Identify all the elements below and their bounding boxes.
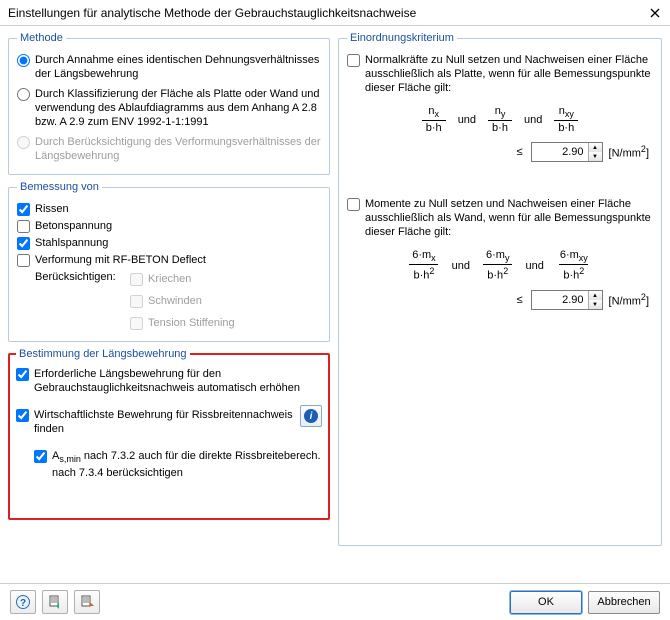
method-opt2[interactable]: Durch Klassifizierung der Fläche als Pla… bbox=[17, 87, 321, 129]
method-group: Methode Durch Annahme eines identischen … bbox=[8, 32, 330, 175]
einord-group: Einordnungskriterium Normalkräfte zu Nul… bbox=[338, 32, 662, 546]
close-icon[interactable] bbox=[648, 6, 662, 20]
bottom-bar: ? OK Abbrechen bbox=[0, 583, 670, 620]
check-stahl[interactable]: Stahlspannung bbox=[17, 236, 321, 250]
check-rissen-box[interactable] bbox=[17, 203, 30, 216]
method-opt1[interactable]: Durch Annahme eines identischen Dehnungs… bbox=[17, 53, 321, 81]
method-opt3: Durch Berücksichtigung des Verformungs­v… bbox=[17, 135, 321, 163]
check-stahl-box[interactable] bbox=[17, 237, 30, 250]
einord-legend: Einordnungskriterium bbox=[347, 32, 457, 44]
check-schwinden-box bbox=[130, 295, 143, 308]
check-auto-erhoehen[interactable]: Erforderliche Längsbewehrung für den Geb… bbox=[16, 367, 322, 395]
le-icon: ≤ bbox=[515, 294, 525, 306]
bestimmung-group: Bestimmung der Längsbewehrung Erforderli… bbox=[8, 348, 330, 520]
check-auto-erhoehen-box[interactable] bbox=[16, 368, 29, 381]
le-icon: ≤ bbox=[515, 146, 525, 158]
titlebar: Einstellungen für analytische Methode de… bbox=[0, 0, 670, 26]
method-opt2-radio[interactable] bbox=[17, 88, 30, 101]
check-asmin-box[interactable] bbox=[34, 450, 47, 463]
check-asmin[interactable]: As,min nach 7.3.2 auch für die direkte R… bbox=[34, 449, 322, 480]
limit-wand-input[interactable] bbox=[532, 291, 588, 309]
limit-wand-row: ≤ ▲▼ [N/mm2] bbox=[347, 290, 649, 310]
check-platte-box[interactable] bbox=[347, 54, 360, 67]
bemessung-legend: Bemessung von bbox=[17, 181, 102, 193]
unit-label: [N/mm2] bbox=[609, 144, 649, 160]
check-kriechen: Kriechen bbox=[130, 272, 321, 286]
spin-up-icon[interactable]: ▲ bbox=[589, 143, 602, 152]
check-wand-box[interactable] bbox=[347, 198, 360, 211]
bestimmung-legend: Bestimmung der Längsbewehrung bbox=[16, 348, 190, 360]
check-rissen[interactable]: Rissen bbox=[17, 202, 321, 216]
method-legend: Methode bbox=[17, 32, 66, 44]
save-defaults-button[interactable] bbox=[74, 590, 100, 614]
check-tension: Tension Stiffening bbox=[130, 316, 321, 330]
check-wand[interactable]: Momente zu Null setzen und Nachweisen ei… bbox=[347, 197, 653, 239]
unit-label: [N/mm2] bbox=[609, 292, 649, 308]
bemessung-group: Bemessung von Rissen Betonspannung Stahl… bbox=[8, 181, 330, 342]
check-verformung[interactable]: Verformung mit RF-BETON Deflect bbox=[17, 253, 321, 267]
svg-text:?: ? bbox=[20, 598, 26, 609]
load-defaults-button[interactable] bbox=[42, 590, 68, 614]
berk-label: Berücksichtigen: bbox=[35, 271, 130, 283]
help-button[interactable]: ? bbox=[10, 590, 36, 614]
limit-platte-row: ≤ ▲▼ [N/mm2] bbox=[347, 142, 649, 162]
spin-down-icon[interactable]: ▼ bbox=[589, 152, 602, 161]
formula-platte: nxb·h und nyb·h und nxyb·h bbox=[347, 105, 653, 134]
check-beton-box[interactable] bbox=[17, 220, 30, 233]
info-button[interactable]: i bbox=[300, 405, 322, 427]
check-wirtschaftlich[interactable]: Wirtschaftlichste Bewehrung für Rissbrei… bbox=[16, 408, 294, 436]
check-kriechen-box bbox=[130, 273, 143, 286]
check-verformung-box[interactable] bbox=[17, 254, 30, 267]
method-opt3-radio bbox=[17, 136, 30, 149]
check-platte[interactable]: Normalkräfte zu Null setzen und Nachweis… bbox=[347, 53, 653, 95]
limit-wand-spin[interactable]: ▲▼ bbox=[531, 290, 603, 310]
limit-platte-input[interactable] bbox=[532, 143, 588, 161]
spin-down-icon[interactable]: ▼ bbox=[589, 300, 602, 309]
ok-button[interactable]: OK bbox=[510, 591, 582, 614]
check-schwinden: Schwinden bbox=[130, 294, 321, 308]
check-beton[interactable]: Betonspannung bbox=[17, 219, 321, 233]
info-icon: i bbox=[304, 409, 318, 423]
spin-up-icon[interactable]: ▲ bbox=[589, 291, 602, 300]
limit-platte-spin[interactable]: ▲▼ bbox=[531, 142, 603, 162]
cancel-button[interactable]: Abbrechen bbox=[588, 591, 660, 614]
method-opt1-radio[interactable] bbox=[17, 54, 30, 67]
window-title: Einstellungen für analytische Methode de… bbox=[8, 6, 416, 20]
formula-wand: 6·mxb·h2 und 6·myb·h2 und 6·mxyb·h2 bbox=[347, 249, 653, 282]
check-tension-box bbox=[130, 317, 143, 330]
check-wirtschaftlich-box[interactable] bbox=[16, 409, 29, 422]
